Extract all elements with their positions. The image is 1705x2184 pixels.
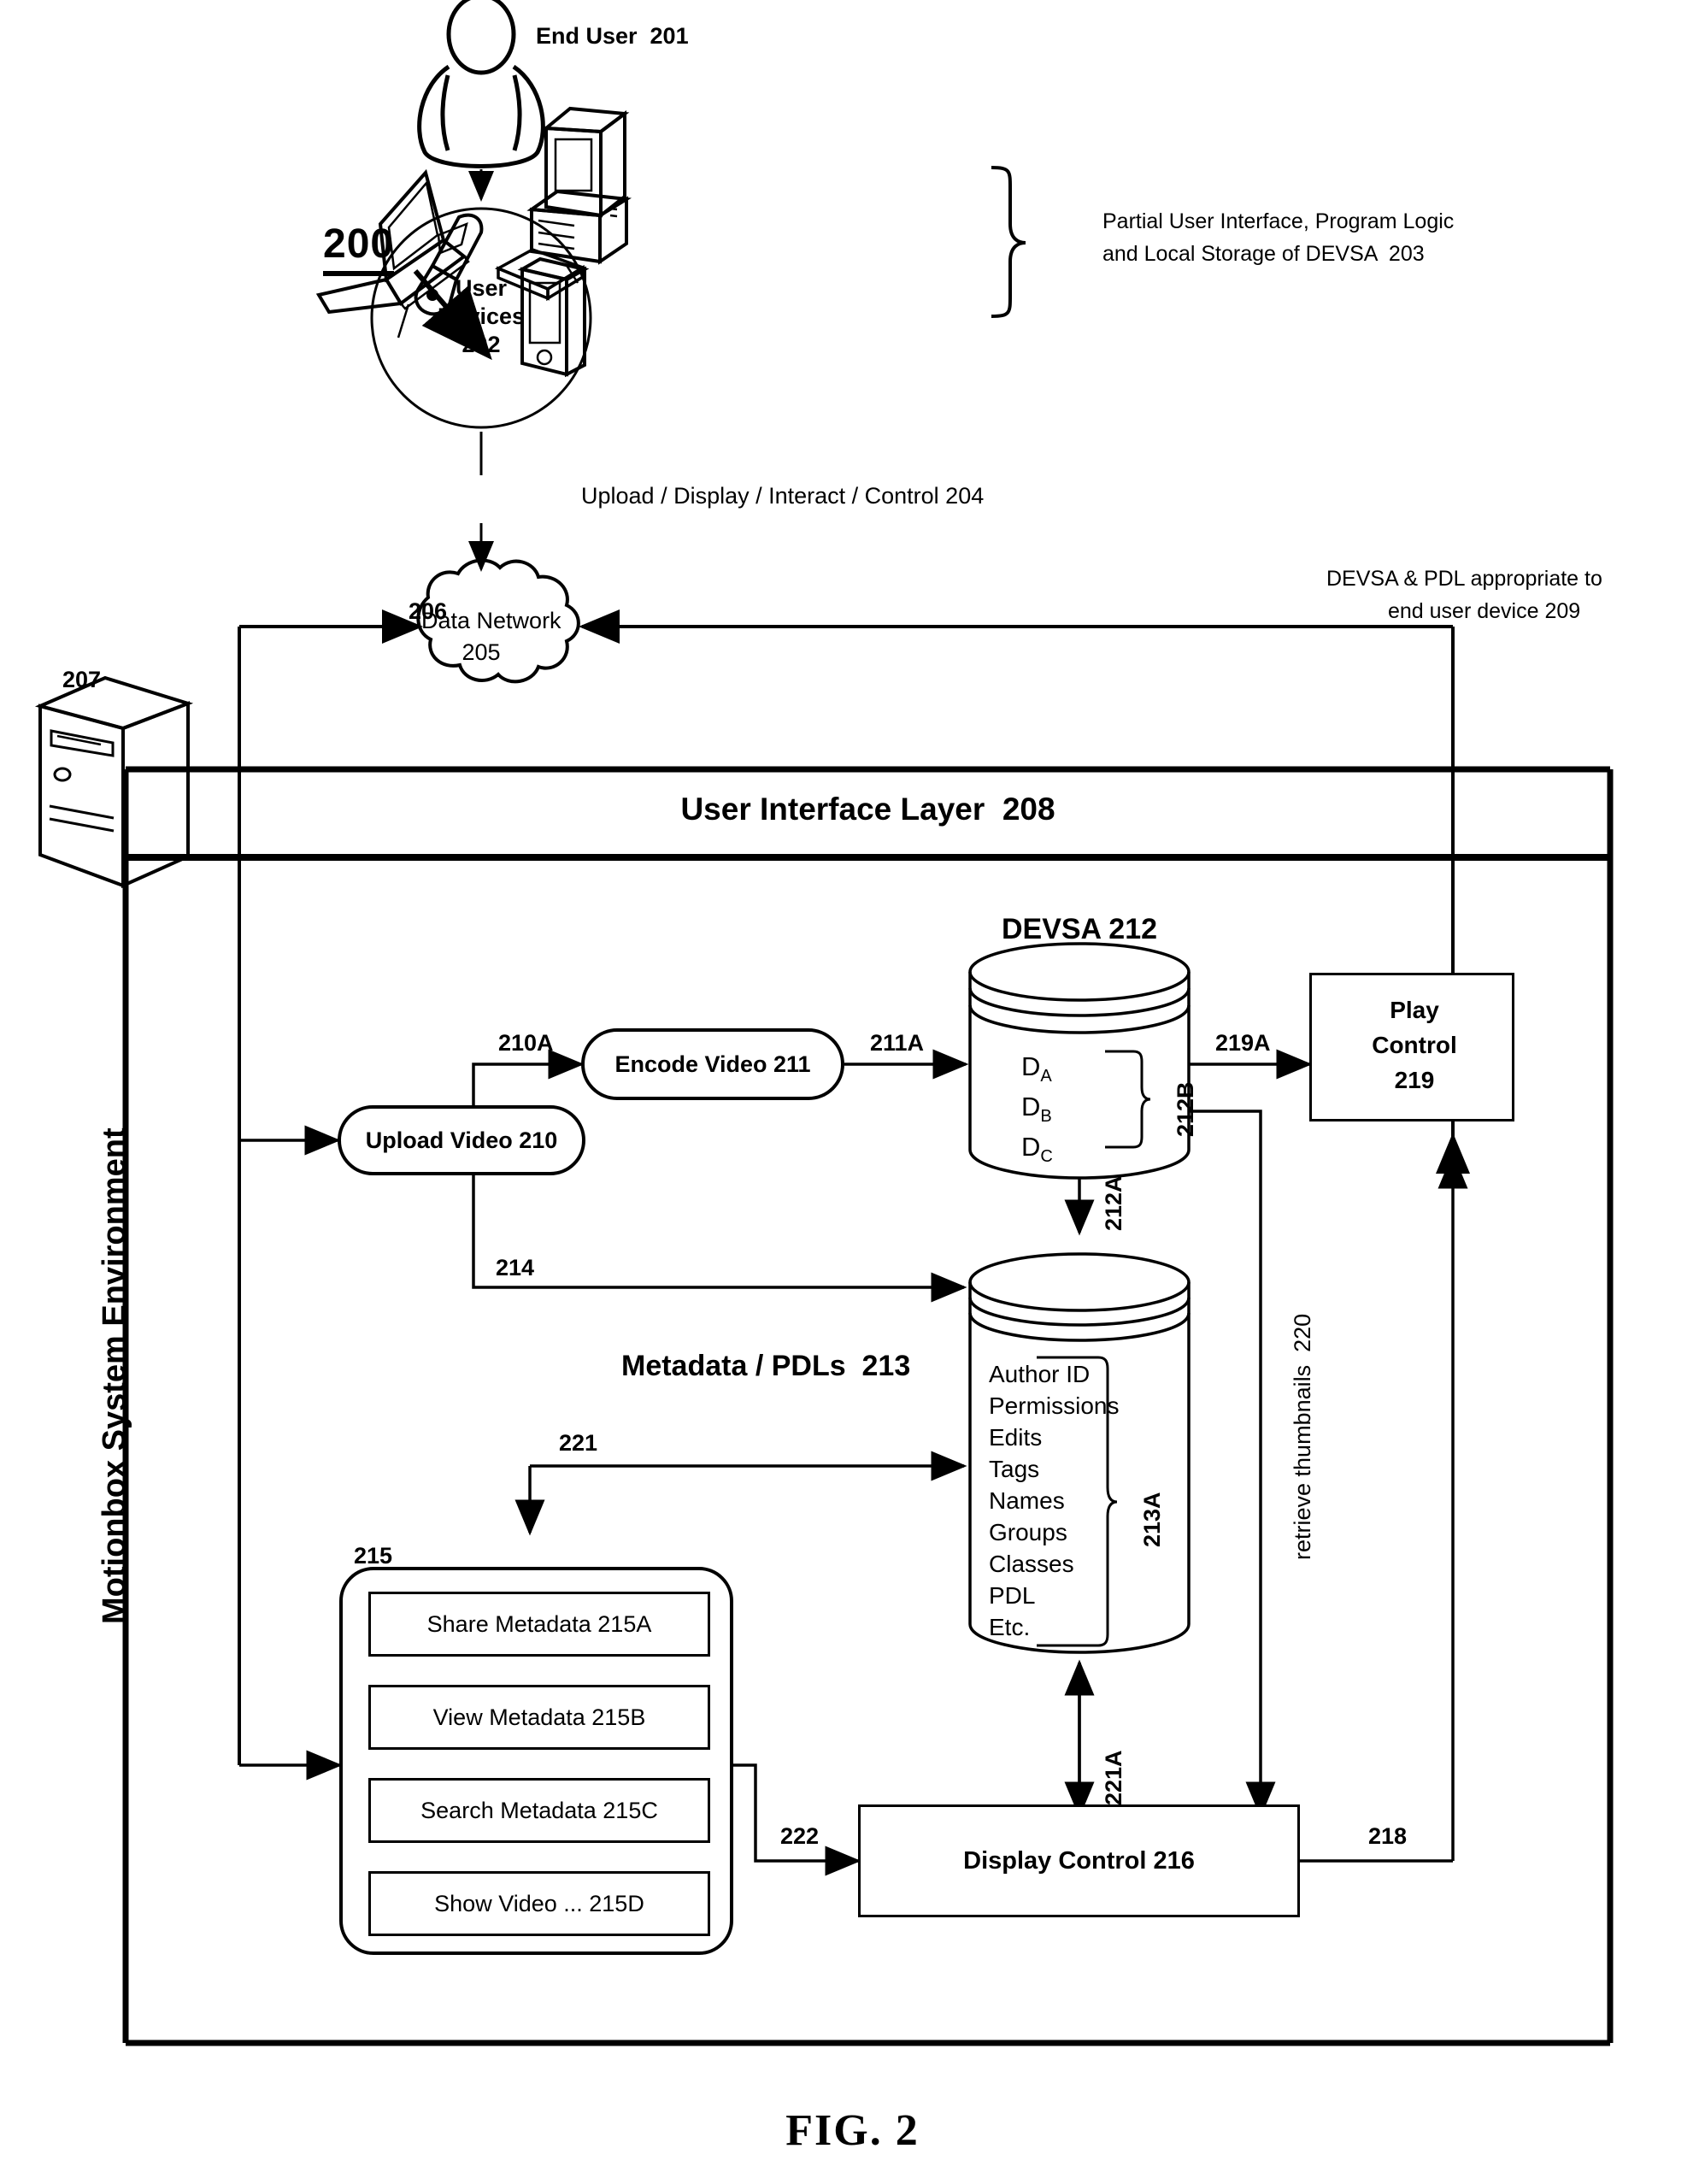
partial-ui-note-line1: Partial User Interface, Program Logic	[1102, 209, 1455, 233]
view-metadata-button[interactable]: View Metadata 215B	[368, 1685, 710, 1750]
user-devices-label-line3: 202	[462, 332, 501, 357]
label-retrieve-thumbnails-220: retrieve thumbnails 220	[1290, 1313, 1315, 1560]
brace-212B	[1105, 1050, 1151, 1149]
user-devices-label-line2: Devices	[437, 303, 526, 329]
label-218: 218	[1368, 1823, 1408, 1849]
metadata-store-title: Metadata / PDLs 213	[621, 1350, 911, 1382]
figure-caption: FIG. 2	[785, 2106, 920, 2155]
system-environment-title: Motionbox System Environment	[97, 1127, 132, 1624]
end-user-label: End User 201	[536, 23, 689, 49]
metadata-item-tags: Tags	[989, 1456, 1040, 1482]
upload-video-label: Upload Video 210	[365, 1127, 558, 1153]
desktop-computer-icon	[526, 106, 632, 265]
label-214: 214	[496, 1255, 535, 1280]
display-control-node[interactable]: Display Control 216	[858, 1804, 1300, 1917]
metadata-functions-group: Share Metadata 215A View Metadata 215B S…	[339, 1567, 733, 1955]
link-206-label: 206	[409, 598, 448, 624]
metadata-item-edits: Edits	[989, 1424, 1043, 1451]
share-metadata-button[interactable]: Share Metadata 215A	[368, 1592, 710, 1657]
devsa-pdl-note-line1: DEVSA & PDL appropriate to	[1326, 567, 1602, 591]
play-control-line1: Play	[1390, 997, 1439, 1023]
metadata-item-pdl: PDL	[989, 1582, 1036, 1609]
play-control-node[interactable]: Play Control 219	[1309, 973, 1514, 1121]
data-network-number: 205	[462, 639, 501, 665]
play-control-line3: 219	[1394, 1067, 1435, 1093]
metadata-item-permissions: Permissions	[989, 1392, 1120, 1419]
devsa-store-title: DEVSA 212	[1001, 913, 1158, 945]
label-210A: 210A	[498, 1030, 554, 1056]
label-219A: 219A	[1215, 1030, 1271, 1056]
devsa-cylinder	[968, 942, 1191, 1180]
brace-label-212B: 212B	[1173, 1081, 1198, 1137]
devsa-item-DC: DC	[1021, 1132, 1053, 1167]
devsa-item-DA: DA	[1021, 1051, 1052, 1086]
metadata-item-etc: Etc.	[989, 1614, 1031, 1640]
metadata-item-names: Names	[989, 1487, 1065, 1514]
metadata-item-classes: Classes	[989, 1551, 1074, 1577]
label-221A: 221A	[1101, 1750, 1126, 1805]
server-icon	[34, 675, 194, 889]
bracket-203	[991, 166, 1026, 318]
label-211A: 211A	[870, 1030, 925, 1056]
encode-video-node[interactable]: Encode Video 211	[581, 1028, 844, 1100]
user-devices-label-line1: User	[455, 275, 508, 301]
patent-figure-page: 200 End User 201 User Devices 202 Partia…	[0, 0, 1705, 2184]
upload-display-interact-control-label: Upload / Display / Interact / Control 20…	[581, 483, 985, 509]
metadata-item-groups: Groups	[989, 1519, 1067, 1545]
view-metadata-label: View Metadata 215B	[432, 1704, 646, 1730]
partial-ui-note-line2: and Local Storage of DEVSA 203	[1102, 242, 1425, 266]
play-control-line2: Control	[1372, 1032, 1457, 1058]
upload-video-node[interactable]: Upload Video 210	[338, 1105, 585, 1175]
devsa-item-DB: DB	[1021, 1092, 1052, 1127]
label-222: 222	[780, 1823, 820, 1849]
end-user-figure	[417, 0, 545, 168]
search-metadata-label: Search Metadata 215C	[420, 1797, 658, 1823]
display-control-label: Display Control 216	[963, 1846, 1195, 1875]
brace-label-213A: 213A	[1139, 1492, 1165, 1547]
search-metadata-button[interactable]: Search Metadata 215C	[368, 1778, 710, 1843]
ui-layer-title: User Interface Layer 208	[680, 792, 1055, 827]
figure-number: 200	[323, 221, 395, 276]
devsa-pdl-note-line2: end user device 209	[1388, 599, 1581, 623]
encode-video-label: Encode Video 211	[614, 1051, 811, 1077]
server-label-207: 207	[62, 667, 102, 692]
share-metadata-label: Share Metadata 215A	[426, 1610, 652, 1637]
label-212A: 212A	[1101, 1175, 1126, 1231]
label-221: 221	[559, 1430, 598, 1456]
show-video-button[interactable]: Show Video ... 215D	[368, 1871, 710, 1936]
show-video-label: Show Video ... 215D	[434, 1890, 644, 1916]
metadata-item-author-id: Author ID	[989, 1361, 1091, 1387]
